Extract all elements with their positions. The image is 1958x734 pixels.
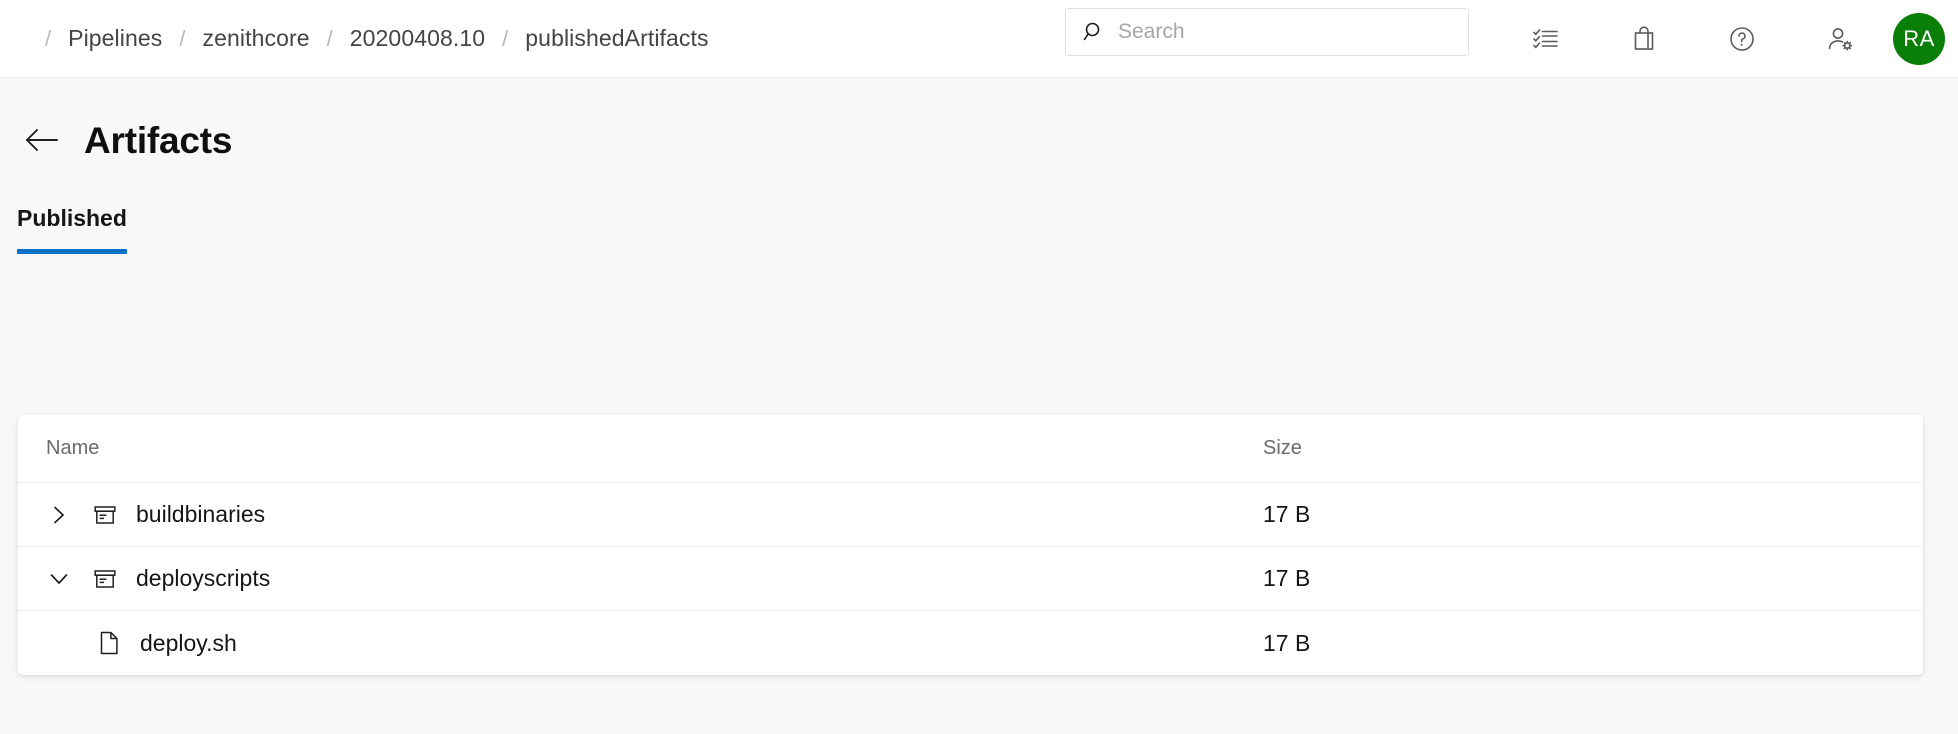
package-box-icon — [92, 502, 118, 528]
column-header-size: Size — [1263, 437, 1302, 460]
search-box[interactable] — [1065, 8, 1469, 56]
header-actions: RA — [1497, 0, 1958, 78]
breadcrumb-item-published-artifacts[interactable]: publishedArtifacts — [523, 23, 710, 54]
page-body: Artifacts Published Name Size — [0, 78, 1958, 734]
table-row[interactable]: deploy.sh 17 B — [18, 611, 1923, 675]
row-name-cell: deployscripts — [18, 565, 1263, 592]
page-title-row: Artifacts — [0, 78, 1958, 170]
row-size-cell: 17 B — [1263, 501, 1923, 528]
artifact-size: 17 B — [1263, 630, 1310, 657]
avatar-initials: RA — [1903, 26, 1935, 52]
row-name-cell: deploy.sh — [18, 630, 1263, 657]
breadcrumb-separator-3: / — [502, 26, 508, 52]
column-header-name: Name — [46, 437, 99, 460]
row-name-cell: buildbinaries — [18, 501, 1263, 528]
file-page-icon — [96, 630, 122, 656]
table-row[interactable]: deployscripts 17 B — [18, 547, 1923, 611]
breadcrumb-item-zenithcore[interactable]: zenithcore — [201, 23, 312, 54]
artifact-name: buildbinaries — [136, 501, 265, 528]
help-question-icon[interactable] — [1716, 13, 1768, 65]
marketplace-bag-icon[interactable] — [1618, 13, 1670, 65]
artifact-name: deploy.sh — [140, 630, 237, 657]
breadcrumb-separator-2: / — [327, 26, 333, 52]
row-size-cell: 17 B — [1263, 565, 1923, 592]
breadcrumb-item-build-number[interactable]: 20200408.10 — [348, 23, 487, 54]
search-input[interactable] — [1118, 9, 1438, 55]
table-row[interactable]: buildbinaries 17 B — [18, 483, 1923, 547]
chevron-down-icon[interactable] — [46, 566, 72, 592]
user-settings-icon[interactable] — [1814, 13, 1866, 65]
artifacts-table-card: Name Size — [18, 415, 1923, 675]
chevron-right-icon[interactable] — [46, 502, 72, 528]
tasks-checklist-icon[interactable] — [1520, 13, 1572, 65]
breadcrumb-separator-1: / — [179, 26, 185, 52]
search-icon — [1082, 20, 1106, 44]
tab-published-label: Published — [17, 205, 127, 231]
avatar[interactable]: RA — [1893, 13, 1945, 65]
column-header-name-cell: Name — [18, 437, 1263, 460]
page-title: Artifacts — [84, 122, 232, 159]
package-box-icon — [92, 566, 118, 592]
column-header-size-cell: Size — [1263, 437, 1923, 460]
row-size-cell: 17 B — [1263, 630, 1923, 657]
tab-list: Published — [0, 192, 1958, 254]
top-header-bar: / Pipelines / zenithcore / 20200408.10 /… — [0, 0, 1958, 78]
breadcrumb: / Pipelines / zenithcore / 20200408.10 /… — [0, 0, 711, 77]
artifact-size: 17 B — [1263, 501, 1310, 528]
breadcrumb-separator-0: / — [45, 26, 51, 52]
tab-published[interactable]: Published — [17, 205, 127, 254]
back-arrow-icon[interactable] — [22, 120, 62, 160]
artifact-size: 17 B — [1263, 565, 1310, 592]
breadcrumb-item-pipelines[interactable]: Pipelines — [66, 23, 164, 54]
artifact-name: deployscripts — [136, 565, 270, 592]
table-header-row: Name Size — [18, 415, 1923, 483]
